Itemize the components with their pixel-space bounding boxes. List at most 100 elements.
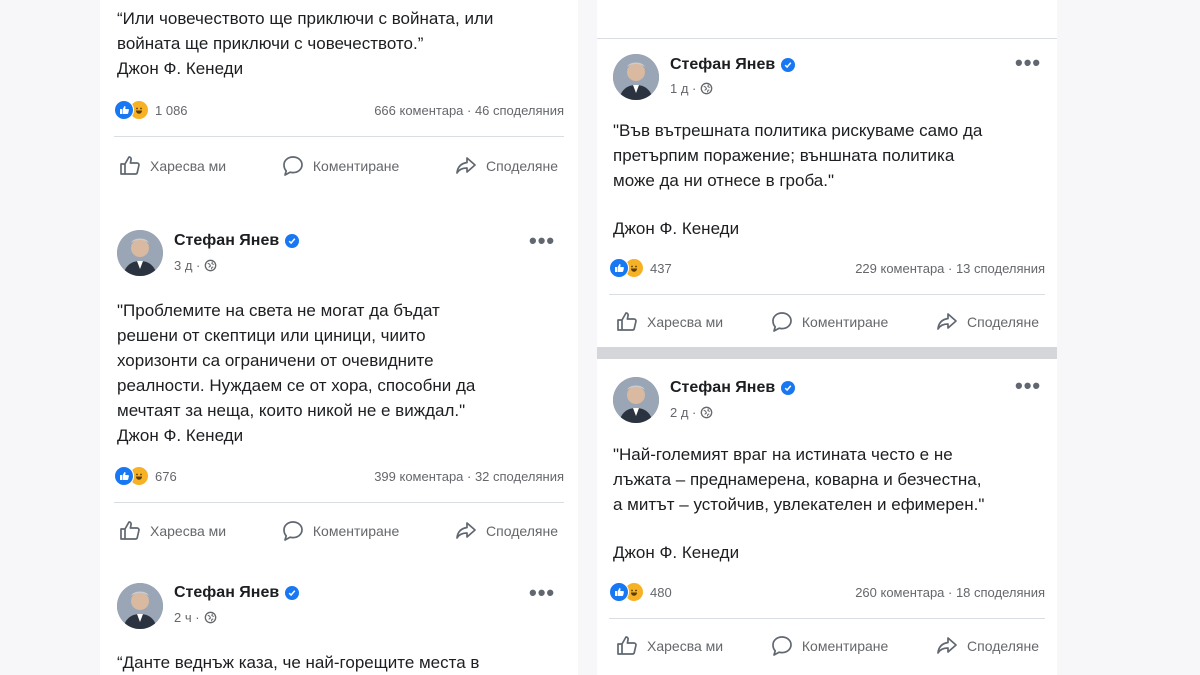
like-reaction-icon [609, 258, 629, 278]
comment-icon [283, 156, 303, 176]
share-label: Споделяне [486, 158, 558, 174]
reaction-count: 480 [650, 584, 672, 600]
post-separator [597, 347, 1057, 359]
post-meta: 2 ч · [174, 610, 217, 625]
author-name-row: Стефан Янев [670, 379, 796, 397]
comment-icon [283, 521, 303, 541]
comment-button[interactable]: Коментиране [281, 519, 399, 543]
more-options-button[interactable]: ••• [1015, 52, 1041, 74]
reaction-count: 437 [650, 260, 672, 276]
like-reaction-icon [609, 582, 629, 602]
comments-shares-count[interactable]: 399 коментара · 32 споделяния [374, 469, 564, 484]
post-actions: Харесва ми Коментиране Споделяне [118, 519, 558, 543]
avatar[interactable] [613, 54, 659, 100]
post-stats: 480 260 коментара · 18 споделяния [609, 582, 1045, 602]
post-text: "Проблемите на света не могат да бъдат р… [117, 301, 476, 445]
thumbs-up-icon [617, 636, 637, 655]
avatar[interactable] [117, 230, 163, 276]
comment-label: Коментиране [312, 523, 400, 539]
comments-shares-count[interactable]: 260 коментара · 18 споделяния [855, 585, 1045, 600]
more-options-button[interactable]: ••• [529, 230, 555, 252]
comments-shares-count[interactable]: 229 коментара · 13 споделяния [855, 261, 1045, 276]
more-options-button[interactable]: ••• [529, 582, 555, 604]
like-label: Харесва ми [150, 158, 227, 174]
like-label: Харесва ми [647, 314, 724, 330]
more-options-button[interactable]: ••• [1015, 375, 1041, 397]
share-button[interactable]: Споделяне [935, 310, 1039, 334]
comment-button[interactable]: Коментиране [281, 154, 399, 178]
share-button[interactable]: Споделяне [454, 154, 558, 178]
like-label: Харесва ми [150, 523, 227, 539]
author-name[interactable]: Стефан Янев [670, 379, 775, 397]
verified-badge-icon [285, 234, 300, 248]
reactions-summary[interactable]: 437 [609, 258, 672, 278]
post-timestamp[interactable]: 2 ч · [174, 610, 200, 625]
thumbs-up-icon [120, 521, 140, 540]
post-actions: Харесва ми Коментиране Споделяне [118, 154, 558, 178]
verified-badge-icon [781, 381, 796, 395]
thumbs-up-icon [617, 312, 637, 331]
post-text: "Най-големият враг на истината често е н… [613, 445, 985, 514]
share-label: Споделяне [967, 314, 1039, 330]
share-icon [456, 157, 476, 174]
comments-shares-count[interactable]: 666 коментара · 46 споделяния [374, 103, 564, 118]
reaction-count: 676 [155, 468, 177, 484]
avatar[interactable] [117, 583, 163, 629]
right-feed-column: Стефан Янев 1 д · ••• "Във вътрешната по… [597, 0, 1057, 675]
reaction-count: 1 086 [155, 102, 188, 118]
comment-button[interactable]: Коментиране [770, 310, 888, 334]
globe-icon [701, 82, 713, 95]
author-name[interactable]: Стефан Янев [670, 56, 775, 74]
author-name-row: Стефан Янев [174, 584, 300, 602]
share-button[interactable]: Споделяне [454, 519, 558, 543]
share-label: Споделяне [967, 638, 1039, 654]
reactions-summary[interactable]: 676 [114, 466, 177, 486]
post-stats: 1 086 666 коментара · 46 споделяния [114, 100, 564, 120]
comment-icon [772, 636, 792, 656]
verified-badge-icon [285, 586, 300, 600]
post-timestamp[interactable]: 1 д · [670, 81, 696, 96]
author-name[interactable]: Стефан Янев [174, 584, 279, 602]
comment-button[interactable]: Коментиране [770, 634, 888, 658]
post-signature: Джон Ф. Кенеди [613, 219, 740, 238]
post-stats: 437 229 коментара · 13 споделяния [609, 258, 1045, 278]
post-actions: Харесва ми Коментиране Споделяне [615, 634, 1039, 658]
post-timestamp[interactable]: 3 д · [174, 258, 200, 273]
divider [114, 502, 564, 503]
share-icon [456, 522, 476, 539]
divider [609, 294, 1045, 295]
share-icon [937, 313, 957, 330]
author-name[interactable]: Стефан Янев [174, 232, 279, 250]
like-button[interactable]: Харесва ми [118, 519, 226, 543]
like-button[interactable]: Харесва ми [615, 634, 723, 658]
comment-icon [772, 312, 792, 332]
verified-badge-icon [781, 58, 796, 72]
comment-label: Коментиране [801, 638, 889, 654]
thumbs-up-icon [120, 156, 140, 175]
reactions-summary[interactable]: 480 [609, 582, 672, 602]
author-name-row: Стефан Янев [670, 56, 796, 74]
divider [609, 618, 1045, 619]
like-button[interactable]: Харесва ми [118, 154, 226, 178]
post-stats: 676 399 коментара · 32 споделяния [114, 466, 564, 486]
like-button[interactable]: Харесва ми [615, 310, 723, 334]
post-text: "Във вътрешната политика рискуваме само … [613, 121, 983, 190]
like-reaction-icon [114, 100, 134, 120]
divider [597, 38, 1057, 39]
share-button[interactable]: Споделяне [935, 634, 1039, 658]
comment-label: Коментиране [312, 158, 400, 174]
globe-icon [701, 406, 713, 419]
like-label: Харесва ми [647, 638, 724, 654]
post-text: “Данте веднъж каза, че най-горещите мест… [117, 653, 480, 672]
post-meta: 1 д · [670, 81, 713, 96]
post-actions: Харесва ми Коментиране Споделяне [615, 310, 1039, 334]
avatar[interactable] [613, 377, 659, 423]
comment-label: Коментиране [801, 314, 889, 330]
share-icon [937, 637, 957, 654]
author-name-row: Стефан Янев [174, 232, 300, 250]
reactions-summary[interactable]: 1 086 [114, 100, 188, 120]
post-signature: Джон Ф. Кенеди [613, 543, 740, 562]
divider [114, 136, 564, 137]
like-reaction-icon [114, 466, 134, 486]
post-timestamp[interactable]: 2 д · [670, 405, 696, 420]
